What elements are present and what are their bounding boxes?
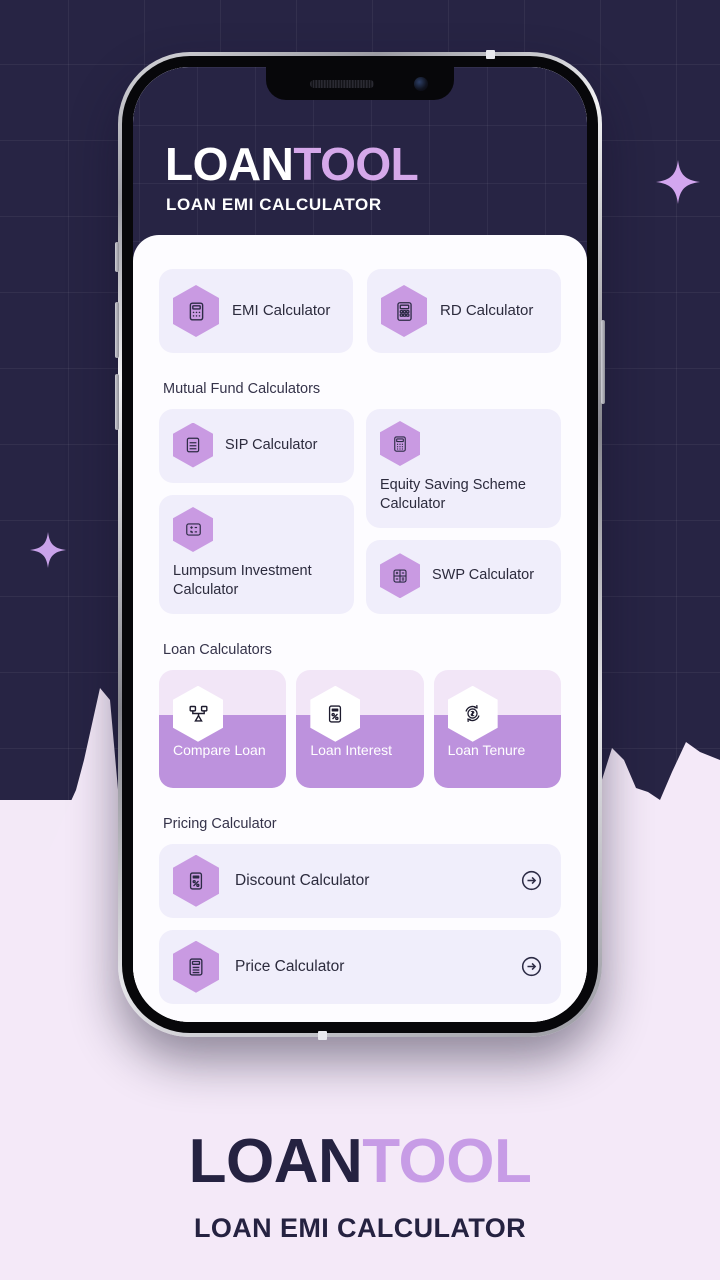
phone-silent-switch (115, 242, 119, 272)
card-loan-interest[interactable]: Loan Interest (296, 669, 424, 788)
row-price-calculator-label: Price Calculator (235, 957, 345, 975)
phone-screen: LOANTOOL LOAN EMI CALCULATOR EMI Calcula… (133, 67, 587, 1022)
card-compare-loan-label: Compare Loan (173, 741, 266, 758)
calculator-percent-icon (310, 685, 361, 742)
mutual-fund-grid: SIP Calculator Lumpsum Investment Calcul… (159, 409, 561, 614)
card-compare-loan[interactable]: Compare Loan (159, 669, 287, 788)
footer-branding: LOANTOOL LOAN EMI CALCULATOR (0, 1131, 720, 1244)
sparkle-right-large-icon (656, 160, 700, 204)
calculator-quad-icon (380, 553, 420, 599)
footer-brand-part1: LOAN (188, 1127, 363, 1196)
footer-subtitle: LOAN EMI CALCULATOR (193, 1213, 527, 1243)
phone-mockup: LOANTOOL LOAN EMI CALCULATOR EMI Calcula… (115, 50, 605, 1040)
calculator-keys-icon (380, 421, 420, 466)
section-title-loan: Loan Calculators (163, 641, 272, 658)
card-equity-saving-scheme-calculator-label: Equity Saving Scheme Calculator (380, 477, 526, 512)
mutual-fund-left-column: SIP Calculator Lumpsum Investment Calcul… (159, 409, 354, 614)
primary-calculator-row: EMI Calculator RD Calculator (159, 269, 561, 353)
mutual-fund-right-column: Equity Saving Scheme Calculator SWP Calc… (366, 409, 561, 614)
footer-brand-part2: TOOL (362, 1127, 532, 1196)
calculator-plusminus-icon (173, 507, 213, 552)
earpiece-speaker-icon (310, 80, 374, 88)
card-swp-calculator[interactable]: SWP Calculator (366, 539, 561, 614)
loan-calculator-grid: Compare Loan Loan Interest Loan Tenure (159, 669, 561, 788)
section-title-mutual-fund: Mutual Fund Calculators (163, 381, 321, 397)
phone-antenna-line-top (486, 50, 495, 59)
network-compare-icon (173, 685, 223, 742)
money-refresh-icon (447, 685, 498, 742)
footer-brand-title: LOANTOOL (0, 1131, 720, 1193)
front-camera-icon (414, 77, 428, 91)
card-lumpsum-investment-calculator-label: Lumpsum Investment Calculator (173, 563, 312, 598)
card-lumpsum-investment-calculator[interactable]: Lumpsum Investment Calculator (159, 495, 354, 614)
calculator-price-icon (173, 940, 219, 993)
calculator-discount-icon (173, 854, 219, 907)
card-sip-calculator-label: SIP Calculator (225, 436, 318, 453)
app-screen: LOANTOOL LOAN EMI CALCULATOR EMI Calcula… (133, 67, 587, 1022)
card-emi-calculator-label: EMI Calculator (232, 302, 331, 320)
app-brand-part2: TOOL (293, 138, 419, 190)
card-rd-calculator-label: RD Calculator (440, 302, 534, 320)
row-discount-calculator[interactable]: Discount Calculator (159, 843, 561, 918)
row-discount-calculator-label: Discount Calculator (235, 871, 370, 889)
phone-notch (266, 67, 454, 100)
phone-volume-up-button (115, 302, 119, 358)
app-brand-part1: LOAN (165, 138, 294, 190)
phone-volume-down-button (115, 374, 119, 430)
card-rd-calculator[interactable]: RD Calculator (367, 269, 561, 353)
section-title-pricing: Pricing Calculator (163, 815, 277, 832)
app-content: EMI Calculator RD Calculator Mutual Fund… (133, 235, 587, 1022)
calculator-simple-icon (173, 422, 213, 468)
card-emi-calculator[interactable]: EMI Calculator (159, 269, 353, 353)
card-loan-tenure-label: Loan Tenure (447, 741, 526, 758)
arrow-right-circle-icon[interactable] (520, 869, 543, 892)
sparkle-left-mid-icon (30, 532, 66, 568)
calculator-grid-icon (381, 285, 427, 337)
app-brand-title: LOANTOOL (165, 138, 419, 190)
card-loan-interest-label: Loan Interest (310, 741, 393, 758)
card-swp-calculator-label: SWP Calculator (432, 567, 535, 584)
phone-power-button (601, 320, 605, 404)
phone-antenna-line-bottom (318, 1031, 327, 1040)
card-loan-tenure[interactable]: Loan Tenure (433, 669, 561, 788)
calculator-icon (173, 285, 219, 337)
app-brand-subtitle: LOAN EMI CALCULATOR (166, 195, 382, 214)
card-equity-saving-scheme-calculator[interactable]: Equity Saving Scheme Calculator (366, 409, 561, 528)
card-sip-calculator[interactable]: SIP Calculator (159, 409, 354, 483)
row-price-calculator[interactable]: Price Calculator (159, 929, 561, 1004)
arrow-right-circle-icon[interactable] (520, 955, 543, 978)
